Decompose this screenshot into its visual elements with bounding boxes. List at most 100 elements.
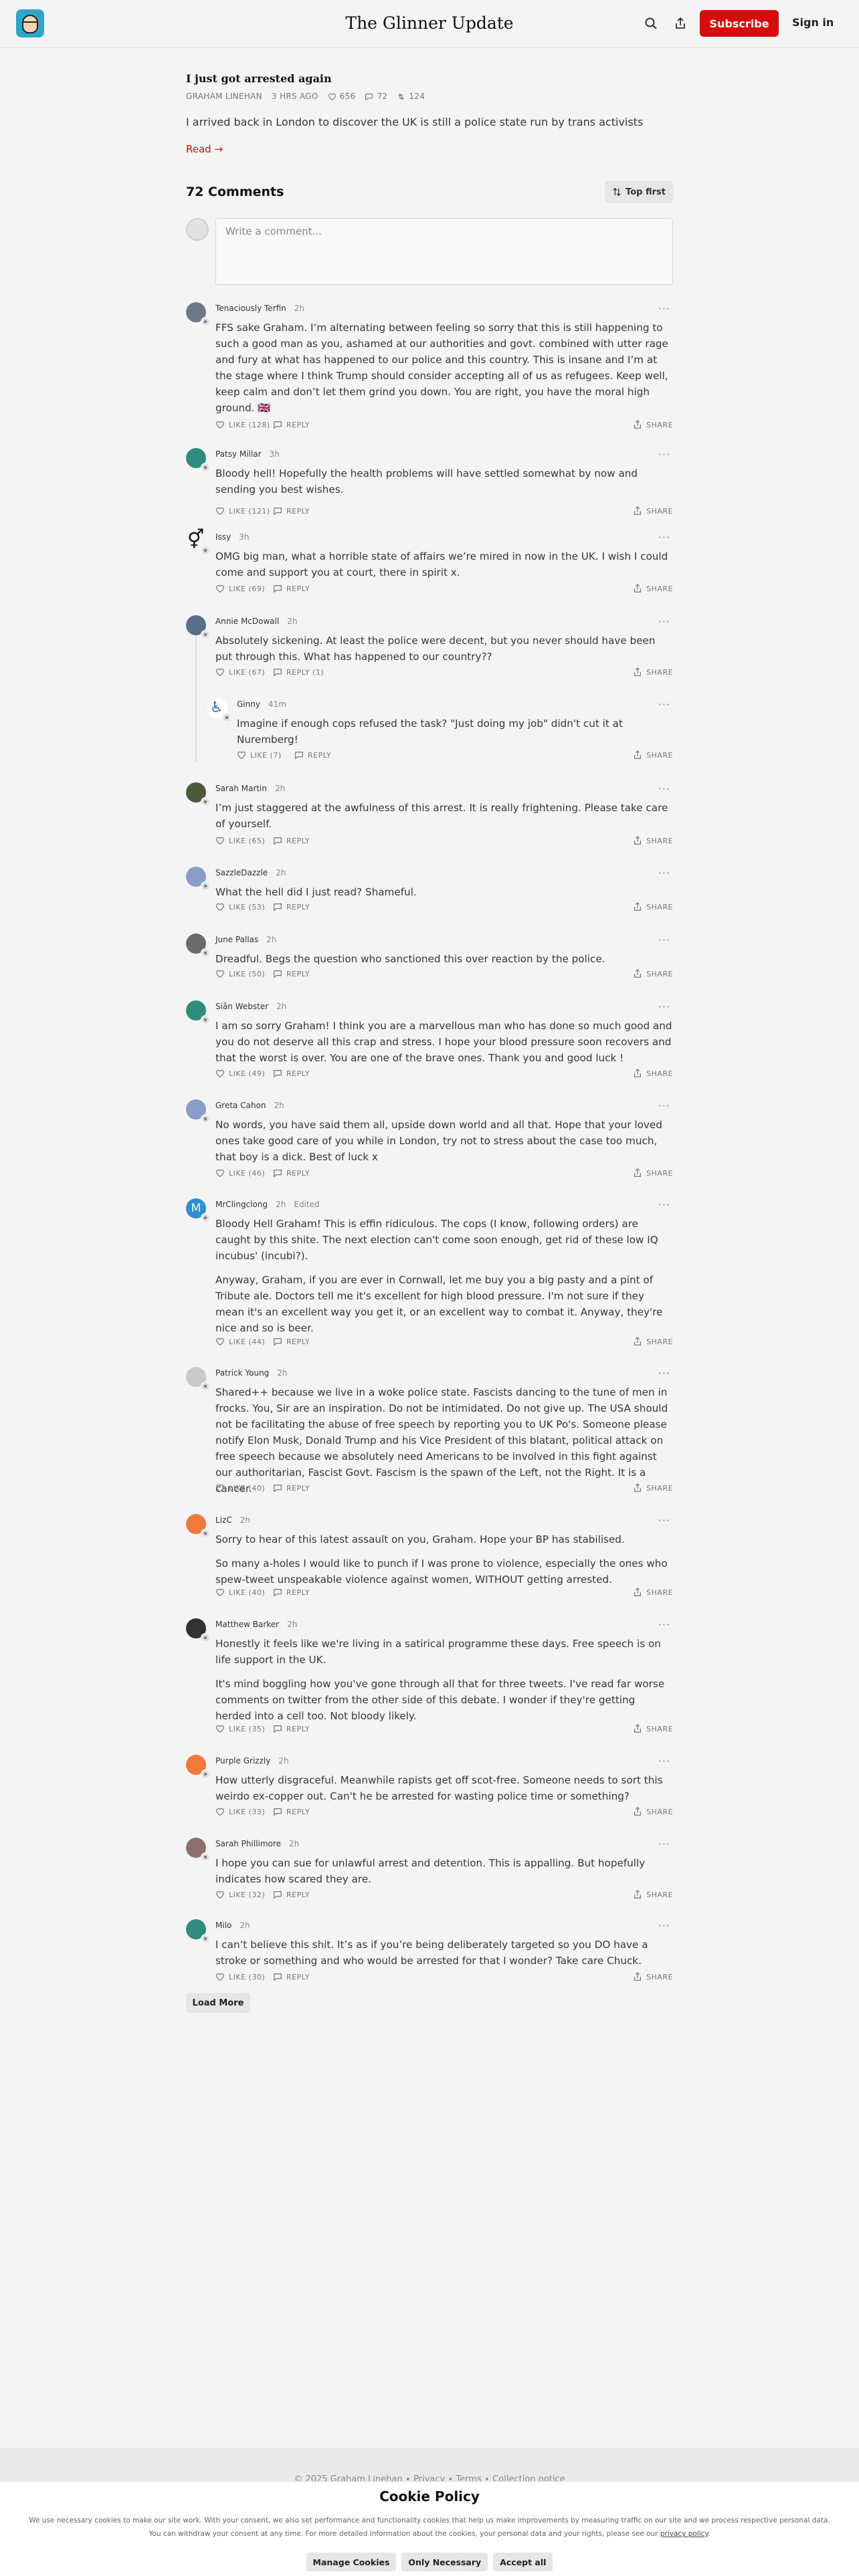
commenter-name[interactable]: Purple Grizzly [215, 1756, 270, 1765]
more-options-icon[interactable]: ··· [658, 1198, 670, 1211]
more-options-icon[interactable]: ··· [658, 1618, 670, 1631]
commenter-name[interactable]: Annie McDowall [215, 617, 279, 626]
like-button[interactable]: LIKE (35) [215, 1724, 265, 1733]
commenter-avatar[interactable] [186, 1755, 210, 1779]
like-button[interactable]: LIKE (67) [215, 667, 265, 677]
comment-time[interactable]: 3h [239, 532, 249, 542]
sign-in-link[interactable]: Sign in [792, 16, 834, 29]
like-button[interactable]: LIKE (32) [215, 1890, 265, 1899]
reply-button[interactable]: REPLY [273, 1890, 310, 1899]
reply-button[interactable]: REPLY [273, 506, 310, 516]
commenter-avatar[interactable] [186, 782, 210, 807]
share-icon[interactable] [672, 15, 689, 32]
share-button[interactable]: SHARE [633, 667, 673, 677]
share-button[interactable]: SHARE [633, 1972, 673, 1981]
comment-time[interactable]: 3h [270, 449, 280, 459]
more-options-icon[interactable]: ··· [658, 1000, 670, 1013]
commenter-avatar[interactable] [186, 934, 210, 958]
share-button[interactable]: SHARE [633, 1588, 673, 1597]
like-button[interactable]: LIKE (50) [215, 969, 265, 978]
commenter-name[interactable]: Matthew Barker [215, 1620, 279, 1629]
like-button[interactable]: LIKE (7) [237, 750, 282, 760]
comment-time[interactable]: 2h [278, 1756, 288, 1765]
like-button[interactable]: LIKE (121) [215, 506, 270, 516]
commenter-name[interactable]: LizC [215, 1515, 232, 1525]
more-options-icon[interactable]: ··· [658, 867, 670, 879]
commenter-name[interactable]: Siân Webster [215, 1002, 268, 1011]
share-button[interactable]: SHARE [633, 1724, 673, 1733]
commenter-name[interactable]: June Pallas [215, 935, 258, 944]
comment-time[interactable]: 2h [276, 868, 286, 877]
more-options-icon[interactable]: ··· [658, 615, 670, 628]
share-button[interactable]: SHARE [633, 969, 673, 978]
commenter-name[interactable]: Issy [215, 532, 231, 542]
reply-button[interactable]: REPLY [273, 584, 310, 593]
load-more-button[interactable]: Load More [186, 1993, 250, 2013]
reply-button[interactable]: REPLY [273, 902, 310, 911]
like-button[interactable]: LIKE (44) [215, 1337, 265, 1346]
commenter-name[interactable]: SazzleDazzle [215, 868, 268, 877]
like-button[interactable]: LIKE (49) [215, 1069, 265, 1078]
commenter-avatar[interactable] [186, 1618, 210, 1642]
commenter-avatar[interactable] [186, 1000, 210, 1025]
commenter-name[interactable]: Greta Cahon [215, 1101, 266, 1110]
share-button[interactable]: SHARE [633, 1069, 673, 1078]
commenter-name[interactable]: MrClingclong [215, 1200, 268, 1209]
post-comments-count[interactable]: 72 [365, 92, 387, 101]
commenter-avatar[interactable] [186, 448, 210, 472]
reply-button[interactable]: REPLY [273, 1972, 310, 1981]
comment-time[interactable]: 2h [276, 1002, 286, 1011]
like-button[interactable]: LIKE (69) [215, 584, 265, 593]
reply-button[interactable]: REPLY [273, 1483, 310, 1493]
reply-button[interactable]: REPLY [273, 1069, 310, 1078]
comment-time[interactable]: 2h [287, 617, 297, 626]
post-restacks[interactable]: 124 [397, 92, 425, 101]
reply-button[interactable]: REPLY [294, 750, 331, 760]
more-options-icon[interactable]: ··· [658, 698, 670, 711]
more-options-icon[interactable]: ··· [658, 934, 670, 946]
like-button[interactable]: LIKE (65) [215, 836, 265, 845]
comment-time[interactable]: 2h [275, 784, 285, 793]
comment-time[interactable]: 2h [240, 1515, 250, 1525]
post-likes[interactable]: 656 [328, 92, 356, 101]
commenter-avatar[interactable]: ♿ [207, 698, 231, 722]
like-button[interactable]: LIKE (128) [215, 420, 270, 429]
comment-time[interactable]: 2h [266, 935, 276, 944]
commenter-avatar[interactable] [186, 302, 210, 326]
like-button[interactable]: LIKE (53) [215, 902, 265, 911]
more-options-icon[interactable]: ··· [658, 531, 670, 544]
commenter-avatar[interactable] [186, 1099, 210, 1123]
post-title[interactable]: I just got arrested again [186, 72, 673, 85]
read-more-link[interactable]: Read → [186, 143, 673, 155]
commenter-name[interactable]: Tenaciously Terfin [215, 304, 286, 313]
commenter-avatar[interactable] [186, 1919, 210, 1943]
commenter-name[interactable]: Patsy Millar [215, 449, 262, 459]
commenter-avatar[interactable]: ⚥ [186, 528, 210, 555]
more-options-icon[interactable]: ··· [658, 1099, 670, 1112]
share-button[interactable]: SHARE [633, 1807, 673, 1816]
commenter-name[interactable]: Milo [215, 1921, 231, 1930]
comment-time[interactable]: 2h [277, 1368, 287, 1378]
more-options-icon[interactable]: ··· [658, 448, 670, 461]
share-button[interactable]: SHARE [633, 1890, 673, 1899]
reply-button[interactable]: REPLY (1) [273, 667, 324, 677]
commenter-name[interactable]: Ginny [237, 700, 260, 709]
like-button[interactable]: LIKE (40) [215, 1588, 265, 1597]
share-button[interactable]: SHARE [633, 1483, 673, 1493]
comment-time[interactable]: 2h [294, 304, 304, 313]
more-options-icon[interactable]: ··· [658, 302, 670, 315]
commenter-avatar[interactable] [186, 615, 210, 639]
commenter-avatar[interactable] [186, 1367, 210, 1391]
reply-button[interactable]: REPLY [273, 1588, 310, 1597]
commenter-avatar[interactable] [186, 1514, 210, 1538]
only-necessary-button[interactable]: Only Necessary [401, 2553, 488, 2571]
reply-button[interactable]: REPLY [273, 1724, 310, 1733]
sort-dropdown[interactable]: Top first [605, 181, 673, 203]
commenter-name[interactable]: Sarah Martin [215, 784, 267, 793]
manage-cookies-button[interactable]: Manage Cookies [306, 2553, 397, 2571]
more-options-icon[interactable]: ··· [658, 782, 670, 795]
like-button[interactable]: LIKE (46) [215, 1168, 265, 1178]
commenter-name[interactable]: Patrick Young [215, 1368, 269, 1378]
commenter-avatar[interactable]: M [186, 1198, 210, 1222]
reply-button[interactable]: REPLY [273, 1168, 310, 1178]
